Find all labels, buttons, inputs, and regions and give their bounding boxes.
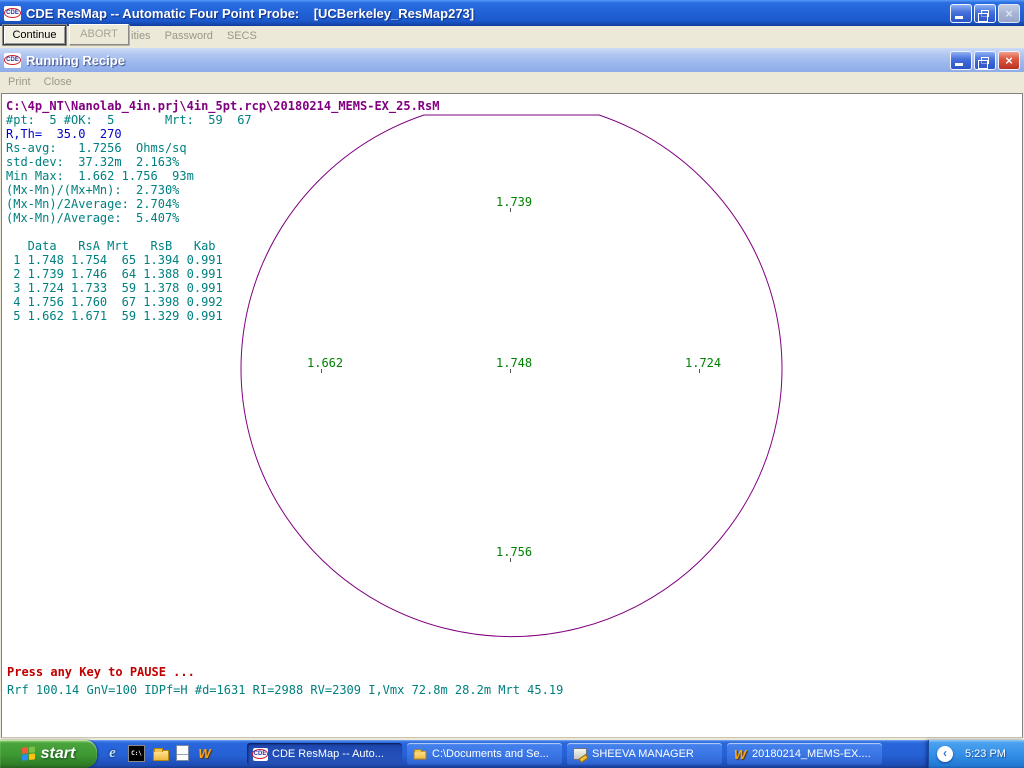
main-restore-button[interactable] — [974, 4, 996, 23]
wafer-tick-right — [699, 369, 700, 373]
main-menu-items: ities Password SECS — [131, 30, 257, 42]
quicklaunch-cmd-icon[interactable]: C:\ — [128, 745, 145, 762]
info-line: (Mx-Mn)/2Average: 2.704% — [6, 197, 439, 211]
continue-button[interactable]: Continue — [3, 25, 66, 45]
menu-item-ities[interactable]: ities — [131, 30, 151, 42]
blank-line — [6, 225, 439, 239]
menu-item-print[interactable]: Print — [8, 76, 31, 88]
tray-clock: 5:23 PM — [965, 748, 1006, 760]
minimize-icon — [955, 63, 963, 66]
quicklaunch-notepad-icon[interactable] — [176, 745, 189, 762]
taskbar: start e C:\ W CDECDE ResMap -- Auto...C:\D… — [0, 740, 1024, 768]
table-row: 5 1.662 1.671 59 1.329 0.991 — [6, 309, 439, 323]
info-line: (Mx-Mn)/Average: 5.407% — [6, 211, 439, 225]
cde-icon: CDE — [252, 747, 268, 761]
wafer-point-right: 1.724 — [685, 357, 721, 369]
table-row: 1 1.748 1.754 65 1.394 0.991 — [6, 253, 439, 267]
taskbar-button-2[interactable]: C:\Documents and Se... — [407, 743, 562, 765]
recipe-window-titlebar: CDE Running Recipe × — [0, 48, 1024, 72]
wafer-point-top: 1.739 — [496, 196, 532, 208]
info-lines: #pt: 5 #OK: 5 Mrt: 59 67R,Th= 35.0 270Rs… — [6, 113, 439, 225]
winamp-icon: W — [732, 747, 748, 761]
menu-item-password[interactable]: Password — [165, 30, 213, 42]
info-line: R,Th= 35.0 270 — [6, 127, 439, 141]
main-window-titlebar: CDE CDE ResMap -- Automatic Four Point P… — [0, 0, 1024, 26]
wafer-tick-center — [510, 369, 511, 373]
quick-launch-bar: e C:\ W — [104, 745, 213, 762]
recipe-file-path: C:\4p_NT\Nanolab_4in.prj\4in_5pt.rcp\201… — [6, 99, 439, 113]
recipe-menu-items: Print Close — [8, 76, 72, 88]
abort-button[interactable]: ABORT — [69, 24, 129, 45]
taskbar-button-4[interactable]: W20180214_MEMS-EX.... — [727, 743, 882, 765]
quicklaunch-folder-icon[interactable] — [152, 745, 169, 762]
menu-item-close[interactable]: Close — [44, 76, 72, 88]
start-label: start — [41, 745, 76, 763]
info-line: Rs-avg: 1.7256 Ohms/sq — [6, 141, 439, 155]
quicklaunch-ie-icon[interactable]: e — [104, 745, 121, 762]
wafer-point-bottom: 1.756 — [496, 546, 532, 558]
wafer-tick-bottom — [510, 558, 511, 562]
start-button[interactable]: start — [0, 740, 97, 768]
menu-item-secs[interactable]: SECS — [227, 30, 257, 42]
main-window-title: CDE ResMap -- Automatic Four Point Probe… — [26, 6, 950, 21]
system-tray: ‹ 5:23 PM — [928, 740, 1024, 768]
tray-chevron-icon[interactable]: ‹ — [937, 746, 953, 762]
recipe-window-title: Running Recipe — [26, 53, 950, 68]
cde-recipe-icon: CDE — [4, 53, 21, 68]
taskbar-buttons: CDECDE ResMap -- Auto...C:\Documents and… — [247, 743, 882, 765]
quicklaunch-winamp-icon[interactable]: W — [196, 745, 213, 762]
probe-status-line: Rrf 100.14 GnV=100 IDPf=H #d=1631 RI=298… — [7, 683, 563, 697]
recipe-restore-button[interactable] — [974, 51, 996, 70]
info-line: (Mx-Mn)/(Mx+Mn): 2.730% — [6, 183, 439, 197]
main-close-button: × — [998, 4, 1020, 23]
recipe-menubar: Print Close — [0, 72, 1024, 93]
cde-app-icon: CDE — [4, 6, 21, 21]
wafer-point-center: 1.748 — [496, 357, 532, 369]
main-minimize-button[interactable] — [950, 4, 972, 23]
table-row: 3 1.724 1.733 59 1.378 0.991 — [6, 281, 439, 295]
taskbar-button-1[interactable]: CDECDE ResMap -- Auto... — [247, 743, 402, 765]
table-row: 2 1.739 1.746 64 1.388 0.991 — [6, 267, 439, 281]
recipe-content-area: C:\4p_NT\Nanolab_4in.prj\4in_5pt.rcp\201… — [1, 93, 1023, 738]
app-icon — [572, 747, 588, 761]
folder-icon — [414, 748, 427, 759]
recipe-minimize-button[interactable] — [950, 51, 972, 70]
table-row: 4 1.756 1.760 67 1.398 0.992 — [6, 295, 439, 309]
data-table: Data RsA Mrt RsB Kab 1 1.748 1.754 65 1.… — [6, 239, 439, 323]
info-line: Min Max: 1.662 1.756 93m — [6, 169, 439, 183]
restore-icon — [981, 10, 989, 17]
wafer-point-left: 1.662 — [307, 357, 343, 369]
windows-flag-icon — [22, 746, 36, 761]
table-header-row: Data RsA Mrt RsB Kab — [6, 239, 439, 253]
desktop: { "colors": { "path_text": "#800080", "i… — [0, 0, 1024, 768]
pause-status-line: Press any Key to PAUSE ... — [7, 665, 195, 679]
restore-icon — [981, 57, 989, 64]
minimize-icon — [955, 16, 963, 19]
wafer-tick-top — [510, 208, 511, 212]
close-icon: × — [1005, 54, 1013, 67]
wafer-tick-left — [321, 369, 322, 373]
measurement-report: C:\4p_NT\Nanolab_4in.prj\4in_5pt.rcp\201… — [6, 99, 439, 323]
recipe-close-button[interactable]: × — [998, 51, 1020, 70]
close-icon: × — [1005, 7, 1013, 20]
info-line: std-dev: 37.32m 2.163% — [6, 155, 439, 169]
info-line: #pt: 5 #OK: 5 Mrt: 59 67 — [6, 113, 439, 127]
taskbar-button-3[interactable]: SHEEVA MANAGER — [567, 743, 722, 765]
main-menubar: Continue ABORT ities Password SECS — [0, 26, 1024, 48]
